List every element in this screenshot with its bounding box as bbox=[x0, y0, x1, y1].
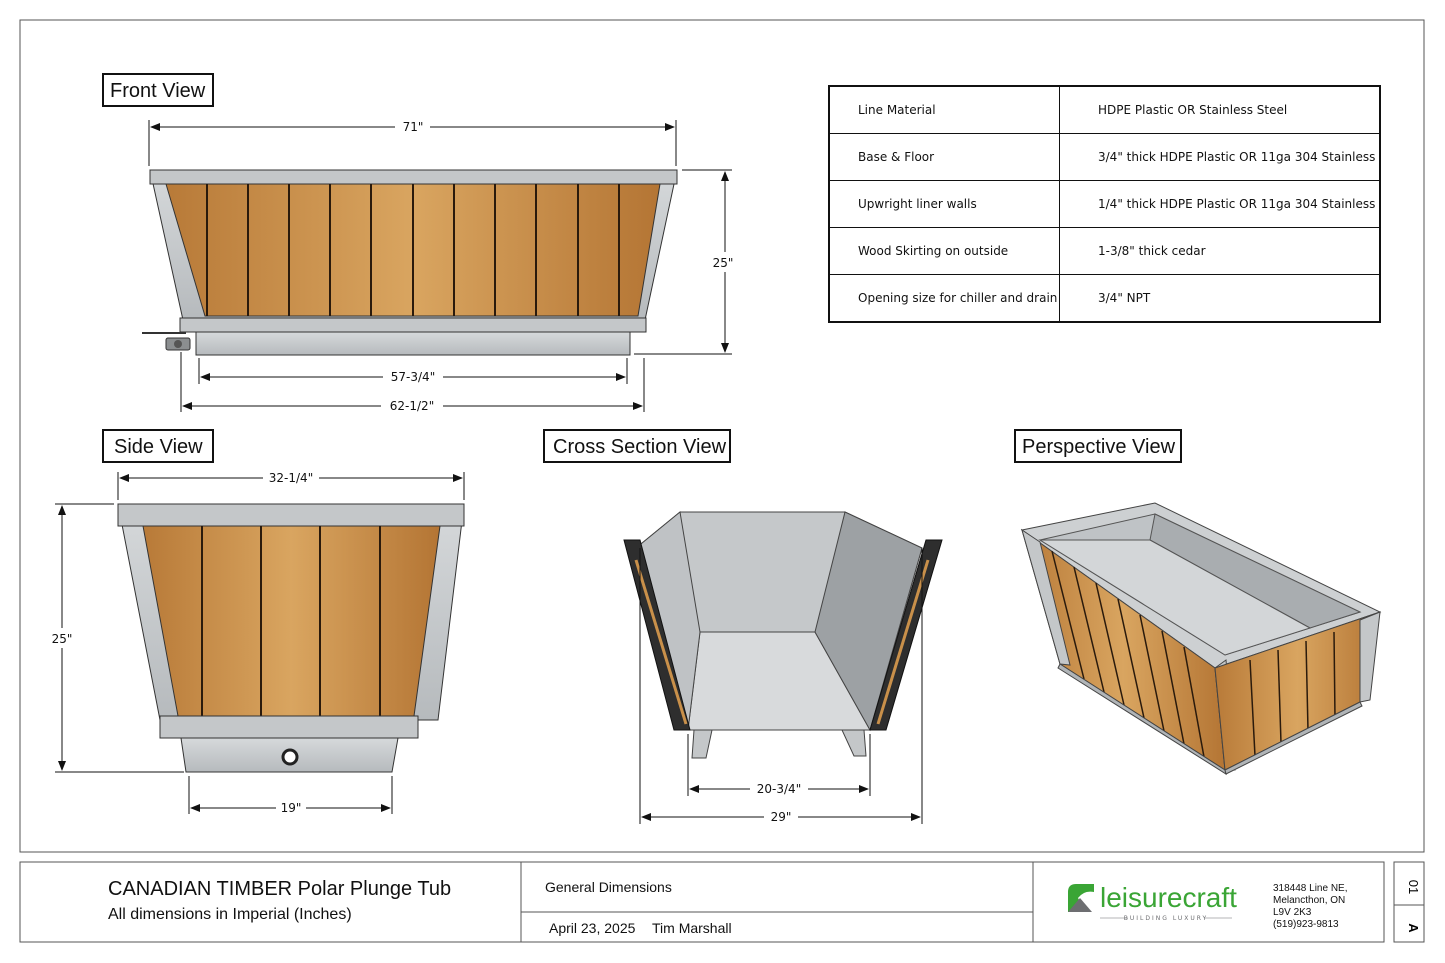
front-dim-width: 71" bbox=[148, 119, 677, 166]
spec-label: Opening size for chiller and drain bbox=[828, 274, 1060, 323]
address-line: 318448 Line NE, bbox=[1273, 883, 1348, 894]
side-view-label: Side View bbox=[114, 436, 203, 458]
cross-section-drawing bbox=[623, 511, 943, 759]
spec-label: Line Material bbox=[828, 85, 1060, 134]
spec-value: HDPE Plastic OR Stainless Steel bbox=[1059, 85, 1381, 134]
side-view-drawing bbox=[117, 503, 465, 773]
spec-value: 1-3/8" thick cedar bbox=[1059, 227, 1381, 275]
front-view-drawing bbox=[142, 169, 678, 356]
sheet-number: 01 bbox=[1406, 880, 1421, 894]
logo-wordmark: leisurecraft bbox=[1100, 882, 1237, 913]
cross-dim-inner: 20-3/4" bbox=[687, 734, 871, 796]
drawing-title: CANADIAN TIMBER Polar Plunge Tub bbox=[108, 878, 452, 900]
cross-view-label: Cross Section View bbox=[553, 436, 727, 458]
drawing-date: April 23, 2025 bbox=[549, 920, 636, 936]
perspective-drawing bbox=[1020, 502, 1382, 776]
cross-outer-label: 29" bbox=[771, 810, 792, 824]
table-row: Opening size for chiller and drain 3/4" N… bbox=[828, 274, 1381, 323]
table-row: Base & Floor 3/4" thick HDPE Plastic OR 1… bbox=[828, 133, 1381, 181]
revision-letter: A bbox=[1406, 923, 1421, 933]
logo-tagline: BUILDING LUXURY bbox=[1124, 915, 1208, 922]
front-view-label: Front View bbox=[110, 80, 206, 102]
spec-label: Wood Skirting on outside bbox=[828, 227, 1060, 275]
address-block: 318448 Line NE, Melancthon, ON L9V 2K3 (… bbox=[1273, 883, 1348, 931]
side-dim-width: 32-1/4" bbox=[117, 471, 465, 500]
address-line: L9V 2K3 bbox=[1273, 907, 1312, 918]
side-dim-base: 19" bbox=[188, 776, 393, 815]
spec-value: 3/4" thick HDPE Plastic OR 11ga 304 Stai… bbox=[1059, 133, 1381, 181]
side-base-label: 19" bbox=[281, 801, 302, 815]
front-dim-inner: 57-3/4" bbox=[198, 358, 628, 384]
drain-port-icon bbox=[281, 748, 299, 766]
front-width-label: 71" bbox=[403, 120, 424, 134]
spec-value: 3/4" NPT bbox=[1059, 274, 1381, 323]
perspective-view-label: Perspective View bbox=[1022, 436, 1176, 458]
table-row: Upwright liner walls 1/4" thick HDPE Plas… bbox=[828, 180, 1381, 228]
drawing-author: Tim Marshall bbox=[652, 920, 732, 936]
cross-inner-label: 20-3/4" bbox=[757, 782, 801, 796]
spec-label: Base & Floor bbox=[828, 133, 1060, 181]
table-row: Line Material HDPE Plastic OR Stainless S… bbox=[828, 85, 1381, 134]
spec-table: Line Material HDPE Plastic OR Stainless S… bbox=[828, 85, 1381, 323]
address-line: (519)923-9813 bbox=[1273, 919, 1339, 930]
front-height-label: 25" bbox=[713, 256, 734, 270]
side-height-label: 25" bbox=[52, 632, 73, 646]
front-inner-label: 57-3/4" bbox=[391, 370, 435, 384]
drawing-subtitle: All dimensions in Imperial (Inches) bbox=[108, 906, 352, 923]
table-row: Wood Skirting on outside 1-3/8" thick ced… bbox=[828, 227, 1381, 275]
sheet-name: General Dimensions bbox=[545, 879, 672, 895]
spec-value: 1/4" thick HDPE Plastic OR 11ga 304 Stai… bbox=[1059, 180, 1381, 228]
front-outer-label: 62-1/2" bbox=[390, 399, 434, 413]
address-line: Melancthon, ON bbox=[1273, 895, 1346, 906]
drain-valve-icon bbox=[142, 332, 191, 351]
side-width-label: 32-1/4" bbox=[269, 471, 313, 485]
spec-label: Upwright liner walls bbox=[828, 180, 1060, 228]
